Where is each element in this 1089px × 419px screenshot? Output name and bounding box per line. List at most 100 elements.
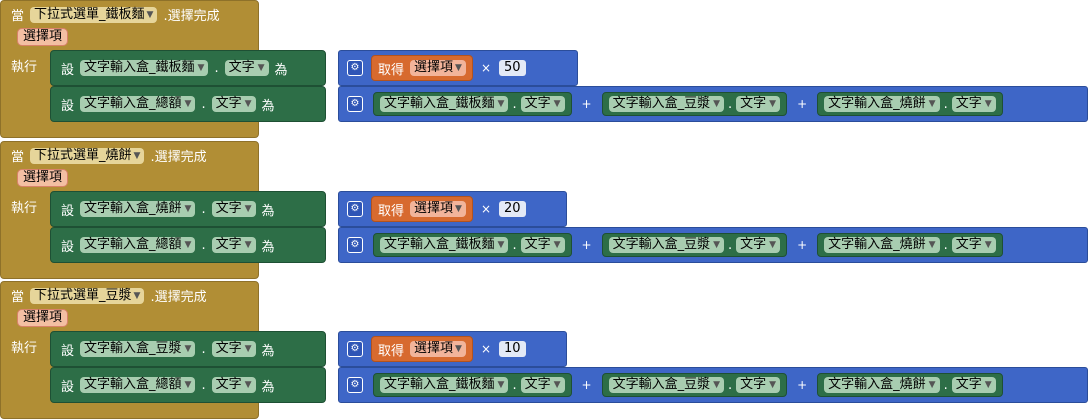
dropdown-arrow-icon[interactable]: ▼ (185, 96, 192, 112)
target-component-dropdown[interactable]: 文字輸入盒_總額 ▼ (80, 237, 196, 253)
target-component-dropdown[interactable]: 文字輸入盒_豆漿 ▼ (80, 341, 196, 357)
multiply-block[interactable]: ⚙ 取得 選擇項 ▼ × 10 (338, 331, 567, 367)
multiply-block[interactable]: ⚙ 取得 選擇項 ▼ × 20 (338, 191, 567, 227)
property-dropdown[interactable]: 文字 ▼ (211, 377, 256, 393)
component-property-getter[interactable]: 文字輸入盒_鐵板麵 ▼. 文字 ▼ (373, 92, 572, 116)
getter-property-dropdown[interactable]: 文字 ▼ (951, 96, 996, 112)
target-component-dropdown[interactable]: 文字輸入盒_鐵板麵 ▼ (80, 60, 209, 76)
variable-dropdown[interactable]: 選擇項 ▼ (410, 201, 466, 217)
dropdown-arrow-icon[interactable]: ▼ (455, 341, 462, 357)
mutator-gear-icon[interactable]: ⚙ (347, 96, 363, 112)
component-property-getter[interactable]: 文字輸入盒_豆漿 ▼. 文字 ▼ (601, 233, 788, 257)
number-field[interactable]: 50 (499, 60, 526, 76)
dropdown-arrow-icon[interactable]: ▼ (985, 237, 992, 253)
dropdown-arrow-icon[interactable]: ▼ (769, 377, 776, 393)
target-component-dropdown[interactable]: 文字輸入盒_總額 ▼ (80, 377, 196, 393)
dropdown-arrow-icon[interactable]: ▼ (985, 96, 992, 112)
get-variable-block[interactable]: 取得 選擇項 ▼ (371, 196, 473, 222)
getter-property-dropdown[interactable]: 文字 ▼ (736, 96, 781, 112)
target-component-dropdown[interactable]: 文字輸入盒_總額 ▼ (80, 96, 196, 112)
variable-dropdown[interactable]: 選擇項 ▼ (410, 60, 466, 76)
dropdown-arrow-icon[interactable]: ▼ (554, 96, 561, 112)
addition-block[interactable]: ⚙ 文字輸入盒_鐵板麵 ▼. 文字 ▼ + 文字輸入盒_豆漿 ▼. 文字 ▼ + 文字輸入盒_燒餅 ▼.… (338, 227, 1088, 263)
dropdown-arrow-icon[interactable]: ▼ (929, 96, 936, 112)
addition-block[interactable]: ⚙ 文字輸入盒_鐵板麵 ▼. 文字 ▼ + 文字輸入盒_豆漿 ▼. 文字 ▼ + 文字輸入盒_燒餅 ▼.… (338, 86, 1088, 122)
event-param[interactable]: 選擇項 (17, 169, 69, 187)
dropdown-arrow-icon[interactable]: ▼ (769, 96, 776, 112)
dropdown-arrow-icon[interactable]: ▼ (713, 237, 720, 253)
dropdown-arrow-icon[interactable]: ▼ (134, 148, 141, 164)
dropdown-arrow-icon[interactable]: ▼ (245, 377, 252, 393)
getter-component-dropdown[interactable]: 文字輸入盒_豆漿 ▼ (608, 377, 725, 393)
target-component-dropdown[interactable]: 文字輸入盒_燒餅 ▼ (80, 201, 196, 217)
multiply-block[interactable]: ⚙ 取得 選擇項 ▼ × 50 (338, 50, 578, 86)
dropdown-arrow-icon[interactable]: ▼ (985, 377, 992, 393)
getter-component-dropdown[interactable]: 文字輸入盒_豆漿 ▼ (608, 237, 725, 253)
component-property-getter[interactable]: 文字輸入盒_燒餅 ▼. 文字 ▼ (817, 92, 1003, 116)
getter-property-dropdown[interactable]: 文字 ▼ (736, 237, 781, 253)
number-field[interactable]: 20 (499, 201, 526, 217)
component-dropdown[interactable]: 下拉式選單_豆漿 ▼ (30, 287, 145, 304)
component-property-getter[interactable]: 文字輸入盒_鐵板麵 ▼. 文字 ▼ (373, 373, 572, 397)
dropdown-arrow-icon[interactable]: ▼ (498, 237, 505, 253)
getter-component-dropdown[interactable]: 文字輸入盒_鐵板麵 ▼ (380, 237, 509, 253)
dropdown-arrow-icon[interactable]: ▼ (245, 237, 252, 253)
component-property-getter[interactable]: 文字輸入盒_豆漿 ▼. 文字 ▼ (601, 373, 788, 397)
mutator-gear-icon[interactable]: ⚙ (347, 377, 363, 393)
component-dropdown[interactable]: 下拉式選單_鐵板麵 ▼ (30, 6, 158, 23)
dropdown-arrow-icon[interactable]: ▼ (713, 96, 720, 112)
dropdown-arrow-icon[interactable]: ▼ (185, 377, 192, 393)
dropdown-arrow-icon[interactable]: ▼ (713, 377, 720, 393)
get-variable-block[interactable]: 取得 選擇項 ▼ (371, 55, 473, 81)
dropdown-arrow-icon[interactable]: ▼ (498, 377, 505, 393)
property-dropdown[interactable]: 文字 ▼ (224, 60, 269, 76)
component-property-getter[interactable]: 文字輸入盒_燒餅 ▼. 文字 ▼ (817, 233, 1003, 257)
property-dropdown[interactable]: 文字 ▼ (211, 341, 256, 357)
variable-dropdown[interactable]: 選擇項 ▼ (410, 341, 466, 357)
mutator-gear-icon[interactable]: ⚙ (347, 341, 363, 357)
getter-property-dropdown[interactable]: 文字 ▼ (951, 377, 996, 393)
component-property-getter[interactable]: 文字輸入盒_豆漿 ▼. 文字 ▼ (601, 92, 788, 116)
mutator-gear-icon[interactable]: ⚙ (347, 201, 363, 217)
set-block[interactable]: 設文字輸入盒_總額 ▼. 文字 ▼ 為 (50, 227, 326, 263)
mutator-gear-icon[interactable]: ⚙ (347, 237, 363, 253)
dropdown-arrow-icon[interactable]: ▼ (185, 201, 192, 217)
dropdown-arrow-icon[interactable]: ▼ (554, 377, 561, 393)
dropdown-arrow-icon[interactable]: ▼ (245, 96, 252, 112)
getter-component-dropdown[interactable]: 文字輸入盒_燒餅 ▼ (824, 237, 940, 253)
getter-component-dropdown[interactable]: 文字輸入盒_鐵板麵 ▼ (380, 377, 509, 393)
dropdown-arrow-icon[interactable]: ▼ (185, 237, 192, 253)
set-block[interactable]: 設文字輸入盒_總額 ▼. 文字 ▼ 為 (50, 367, 326, 403)
addition-block[interactable]: ⚙ 文字輸入盒_鐵板麵 ▼. 文字 ▼ + 文字輸入盒_豆漿 ▼. 文字 ▼ + 文字輸入盒_燒餅 ▼.… (338, 367, 1088, 403)
dropdown-arrow-icon[interactable]: ▼ (455, 201, 462, 217)
mutator-gear-icon[interactable]: ⚙ (347, 60, 363, 76)
component-property-getter[interactable]: 文字輸入盒_鐵板麵 ▼. 文字 ▼ (373, 233, 572, 257)
dropdown-arrow-icon[interactable]: ▼ (258, 60, 265, 76)
set-block[interactable]: 設文字輸入盒_燒餅 ▼. 文字 ▼ 為 (50, 191, 326, 227)
dropdown-arrow-icon[interactable]: ▼ (245, 201, 252, 217)
getter-component-dropdown[interactable]: 文字輸入盒_燒餅 ▼ (824, 377, 940, 393)
getter-component-dropdown[interactable]: 文字輸入盒_豆漿 ▼ (608, 96, 725, 112)
getter-component-dropdown[interactable]: 文字輸入盒_燒餅 ▼ (824, 96, 940, 112)
event-param[interactable]: 選擇項 (17, 28, 69, 46)
property-dropdown[interactable]: 文字 ▼ (211, 96, 256, 112)
dropdown-arrow-icon[interactable]: ▼ (245, 341, 252, 357)
dropdown-arrow-icon[interactable]: ▼ (198, 60, 205, 76)
getter-property-dropdown[interactable]: 文字 ▼ (520, 96, 565, 112)
set-block[interactable]: 設文字輸入盒_豆漿 ▼. 文字 ▼ 為 (50, 331, 326, 367)
component-property-getter[interactable]: 文字輸入盒_燒餅 ▼. 文字 ▼ (817, 373, 1003, 397)
dropdown-arrow-icon[interactable]: ▼ (929, 237, 936, 253)
set-block[interactable]: 設文字輸入盒_鐵板麵 ▼. 文字 ▼ 為 (50, 50, 326, 86)
getter-component-dropdown[interactable]: 文字輸入盒_鐵板麵 ▼ (380, 96, 509, 112)
dropdown-arrow-icon[interactable]: ▼ (147, 7, 154, 23)
dropdown-arrow-icon[interactable]: ▼ (455, 60, 462, 76)
set-block[interactable]: 設文字輸入盒_總額 ▼. 文字 ▼ 為 (50, 86, 326, 122)
dropdown-arrow-icon[interactable]: ▼ (769, 237, 776, 253)
dropdown-arrow-icon[interactable]: ▼ (498, 96, 505, 112)
get-variable-block[interactable]: 取得 選擇項 ▼ (371, 336, 473, 362)
event-param[interactable]: 選擇項 (17, 309, 69, 327)
property-dropdown[interactable]: 文字 ▼ (211, 201, 256, 217)
property-dropdown[interactable]: 文字 ▼ (211, 237, 256, 253)
dropdown-arrow-icon[interactable]: ▼ (134, 288, 141, 304)
getter-property-dropdown[interactable]: 文字 ▼ (736, 377, 781, 393)
